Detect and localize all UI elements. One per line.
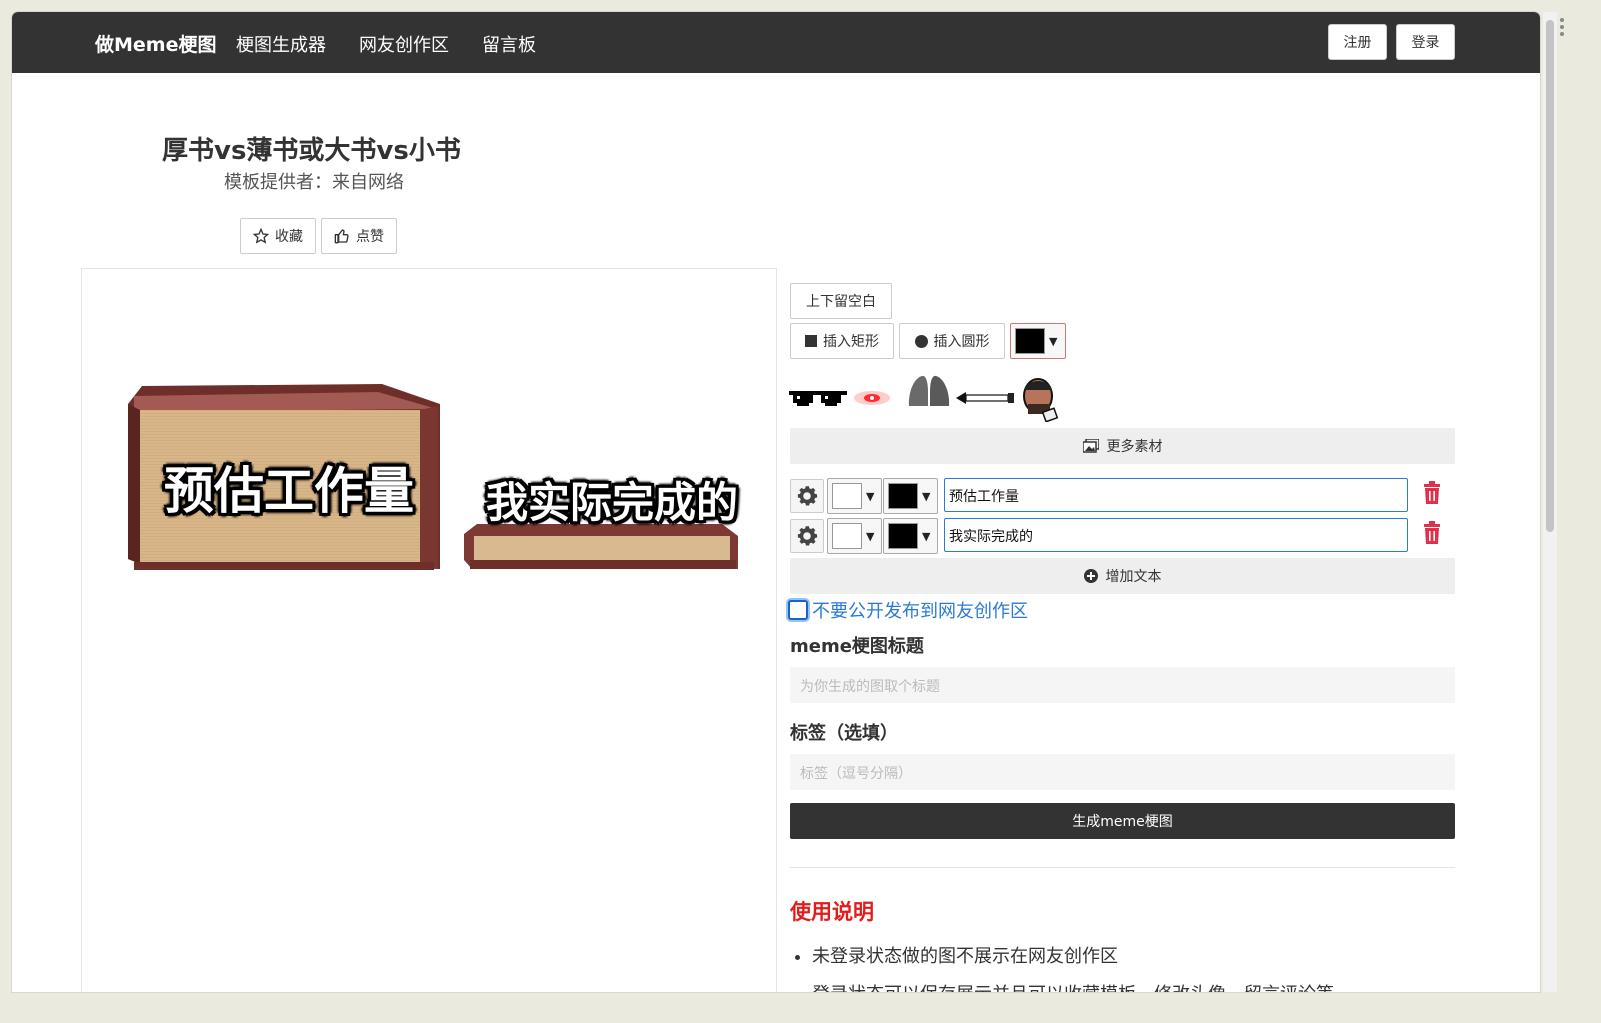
text-fill-swatch-2: [832, 523, 862, 549]
insert-rect-label: 插入矩形: [823, 334, 879, 350]
padding-button[interactable]: 上下留空白: [790, 283, 892, 319]
text-fill-swatch-1: [832, 483, 862, 509]
text-settings-button-2[interactable]: [790, 519, 824, 553]
sticker-sunglasses-icon[interactable]: [789, 391, 847, 407]
text-stroke-color-select-2[interactable]: ▼: [883, 518, 938, 554]
private-checkbox[interactable]: [788, 600, 808, 620]
sticker-hands-icon[interactable]: [904, 372, 954, 408]
navbar: 做Meme梗图 梗图生成器 网友创作区 留言板 注册 登录: [12, 12, 1540, 73]
help-item: 未登录状态做的图不展示在网友创作区: [812, 942, 1334, 968]
add-text-label: 增加文本: [1105, 569, 1162, 585]
brand-logo[interactable]: 做Meme梗图: [95, 30, 216, 57]
meme-text-input-2[interactable]: 我实际完成的: [944, 518, 1408, 552]
tags-input[interactable]: 标签（逗号分隔）: [790, 754, 1455, 790]
thumbs-up-icon: [334, 229, 349, 244]
trash-icon[interactable]: [1422, 481, 1442, 505]
meme-text-input-1[interactable]: 预估工作量: [944, 478, 1408, 512]
insert-circle-label: 插入圆形: [933, 334, 990, 350]
more-options-icon[interactable]: [1558, 18, 1566, 39]
help-list: 未登录状态做的图不展示在网友创作区 登录状态可以保存展示并且可以收藏模板、修改头…: [812, 942, 1334, 992]
nav-link-guestbook[interactable]: 留言板: [482, 31, 536, 57]
scrollbar[interactable]: [1543, 12, 1557, 992]
star-icon: [253, 228, 269, 244]
title-input[interactable]: 为你生成的图取个标题: [790, 667, 1455, 703]
dropdown-arrow-icon: ▼: [866, 529, 875, 543]
dropdown-arrow-icon: ▼: [1049, 334, 1058, 348]
login-button[interactable]: 登录: [1396, 24, 1455, 60]
dropdown-arrow-icon: ▼: [866, 489, 875, 503]
text-settings-button-1[interactable]: [790, 479, 824, 513]
private-option[interactable]: 不要公开发布到网友创作区: [788, 597, 1028, 623]
template-title: 厚书vs薄书或大书vs小书: [162, 136, 461, 166]
gear-icon: [797, 526, 818, 546]
title-label: meme梗图标题: [790, 636, 924, 657]
insert-circle-button[interactable]: 插入圆形: [899, 323, 1005, 359]
help-item: 登录状态可以保存展示并且可以收藏模板、修改头像、留言评论等: [812, 980, 1334, 992]
more-assets-label: 更多素材: [1106, 439, 1163, 455]
register-button[interactable]: 注册: [1328, 24, 1387, 60]
add-text-button[interactable]: 增加文本: [790, 558, 1455, 594]
text-stroke-swatch-1: [888, 483, 918, 509]
favorite-label: 收藏: [275, 229, 303, 245]
square-icon: [805, 335, 817, 347]
gear-icon: [797, 486, 818, 506]
text-stroke-swatch-2: [888, 523, 918, 549]
sticker-face-icon[interactable]: [1018, 376, 1060, 422]
text-fill-color-select-1[interactable]: ▼: [827, 478, 882, 514]
insert-rect-button[interactable]: 插入矩形: [790, 323, 894, 359]
generate-button[interactable]: 生成meme梗图: [790, 803, 1455, 839]
trash-icon[interactable]: [1422, 521, 1442, 545]
text-stroke-color-select-1[interactable]: ▼: [883, 478, 938, 514]
private-label[interactable]: 不要公开发布到网友创作区: [812, 597, 1028, 623]
meme-text-1[interactable]: 预估工作量: [164, 451, 414, 523]
scrollbar-thumb[interactable]: [1546, 20, 1554, 532]
tags-label: 标签（选填）: [790, 723, 898, 744]
text-fill-color-select-2[interactable]: ▼: [827, 518, 882, 554]
meme-text-2[interactable]: 我实际完成的: [486, 469, 738, 530]
divider: [790, 867, 1455, 868]
sticker-laser-eye-icon[interactable]: [852, 386, 892, 410]
meme-canvas[interactable]: 预估工作量 我实际完成的: [81, 268, 777, 992]
dropdown-arrow-icon: ▼: [922, 489, 931, 503]
circle-icon: [914, 334, 928, 348]
nav-link-community[interactable]: 网友创作区: [359, 31, 449, 57]
sticker-joint-icon[interactable]: [956, 390, 1014, 406]
plus-circle-icon: [1083, 569, 1098, 583]
template-author: 模板提供者：来自网络: [224, 172, 404, 193]
more-assets-button[interactable]: 更多素材: [790, 428, 1455, 464]
images-icon: [1082, 439, 1099, 453]
dropdown-arrow-icon: ▼: [922, 529, 931, 543]
help-title: 使用说明: [790, 900, 874, 924]
favorite-button[interactable]: 收藏: [240, 218, 316, 254]
shape-color-select[interactable]: ▼: [1010, 323, 1066, 359]
like-label: 点赞: [356, 229, 384, 245]
nav-link-generator[interactable]: 梗图生成器: [236, 31, 326, 57]
browser-window: 做Meme梗图 梗图生成器 网友创作区 留言板 注册 登录 厚书vs薄书或大书v…: [12, 12, 1540, 992]
shape-color-swatch: [1015, 328, 1045, 354]
like-button[interactable]: 点赞: [321, 218, 397, 254]
